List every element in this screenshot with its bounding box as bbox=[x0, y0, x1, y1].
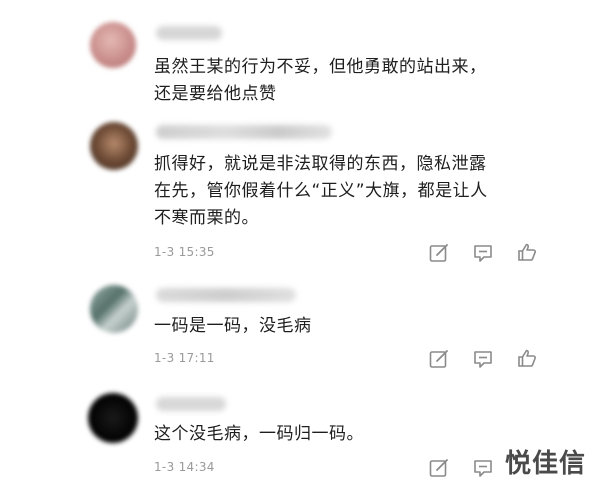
comment-text: 一码是一码，没毛病 bbox=[154, 316, 312, 336]
username-blurred[interactable] bbox=[156, 125, 332, 139]
avatar[interactable] bbox=[90, 285, 138, 333]
avatar[interactable] bbox=[90, 22, 136, 68]
edit-icon[interactable] bbox=[428, 242, 450, 264]
message-icon[interactable] bbox=[472, 348, 494, 370]
username-blurred[interactable] bbox=[156, 26, 222, 40]
message-icon[interactable] bbox=[472, 457, 494, 479]
username-blurred[interactable] bbox=[156, 397, 226, 411]
comment-text: 虽然王某的行为不妥，但他勇敢的站出来， 还是要给他点赞 bbox=[154, 57, 487, 104]
comment-text: 抓得好，就说是非法取得的东西，隐私泄露 在先，管你假着什么“正义”大旗，都是让人… bbox=[154, 154, 488, 228]
timestamp: 1-3 14:34 bbox=[154, 460, 215, 474]
watermark-logo: 悦佳信 bbox=[504, 449, 586, 479]
edit-icon[interactable] bbox=[428, 457, 450, 479]
comment-text: 这个没毛病，一码归一码。 bbox=[154, 424, 364, 444]
username-blurred[interactable] bbox=[156, 288, 296, 302]
message-icon[interactable] bbox=[472, 242, 494, 264]
avatar[interactable] bbox=[90, 122, 138, 170]
edit-icon[interactable] bbox=[428, 348, 450, 370]
thumbs-up-icon[interactable] bbox=[516, 241, 538, 263]
timestamp: 1-3 15:35 bbox=[154, 245, 215, 259]
thumbs-up-icon[interactable] bbox=[516, 347, 538, 369]
timestamp: 1-3 17:11 bbox=[154, 351, 215, 365]
avatar[interactable] bbox=[88, 393, 138, 443]
